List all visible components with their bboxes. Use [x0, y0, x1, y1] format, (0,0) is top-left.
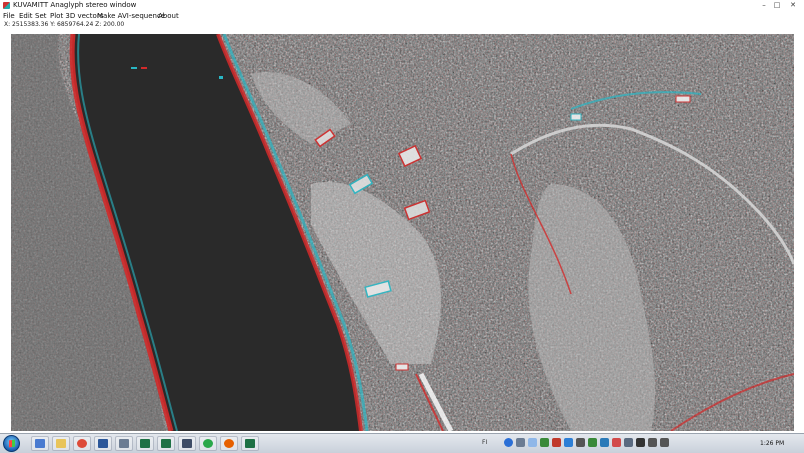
menu-bar: File Edit Set Plot 3D vectors Make AVI-s…	[0, 11, 804, 21]
menu-make-avi-sequence[interactable]: Make AVI-sequence	[97, 11, 165, 21]
chrome-icon[interactable]	[73, 436, 91, 451]
menu-about[interactable]: About	[158, 11, 179, 21]
network-icon[interactable]	[115, 436, 133, 451]
word-icon[interactable]	[94, 436, 112, 451]
taskbar: FI 1:26 PM	[0, 433, 804, 453]
windows-start-icon[interactable]	[3, 435, 20, 452]
window-title: KUVAMITT Anaglyph stereo window	[13, 1, 137, 9]
menu-plot-3d-vectors[interactable]: Plot 3D vectors	[50, 11, 103, 21]
minimize-button[interactable]: –	[758, 0, 770, 10]
antivirus-icon[interactable]	[552, 438, 561, 447]
power-icon[interactable]	[636, 438, 645, 447]
menu-edit[interactable]: Edit	[19, 11, 33, 21]
network-icon[interactable]	[516, 438, 525, 447]
firefox-icon[interactable]	[220, 436, 238, 451]
maximize-button[interactable]: □	[771, 0, 783, 10]
speaker-icon[interactable]	[660, 438, 669, 447]
excel-icon[interactable]	[136, 436, 154, 451]
help-icon[interactable]	[504, 438, 513, 447]
wifi-icon[interactable]	[648, 438, 657, 447]
clock[interactable]: 1:26 PM	[760, 436, 784, 451]
folder-icon[interactable]	[52, 436, 70, 451]
app-icon	[3, 2, 10, 9]
volume-icon[interactable]	[576, 438, 585, 447]
application-icon[interactable]	[31, 436, 49, 451]
flag-icon[interactable]	[612, 438, 621, 447]
update-icon[interactable]	[624, 438, 633, 447]
shield-icon[interactable]	[540, 438, 549, 447]
battery-icon[interactable]	[588, 438, 597, 447]
excel-icon[interactable]	[241, 436, 259, 451]
title-bar: KUVAMITT Anaglyph stereo window – □ ✕	[0, 0, 804, 11]
anaglyph-image	[11, 34, 794, 431]
menu-file[interactable]: File	[3, 11, 15, 21]
menu-set[interactable]: Set	[35, 11, 47, 21]
cloud-icon[interactable]	[528, 438, 537, 447]
anaglyph-viewport[interactable]	[11, 34, 794, 431]
monitor-icon[interactable]	[178, 436, 196, 451]
chat-icon[interactable]	[600, 438, 609, 447]
close-button[interactable]: ✕	[784, 0, 802, 10]
green-app-icon[interactable]	[199, 436, 217, 451]
language-indicator[interactable]: FI	[482, 437, 487, 449]
coordinate-readout: X: 2515383.36 Y: 6859764.24 Z: 200.00	[4, 21, 125, 28]
excel-icon[interactable]	[157, 436, 175, 451]
dropbox-icon[interactable]	[564, 438, 573, 447]
